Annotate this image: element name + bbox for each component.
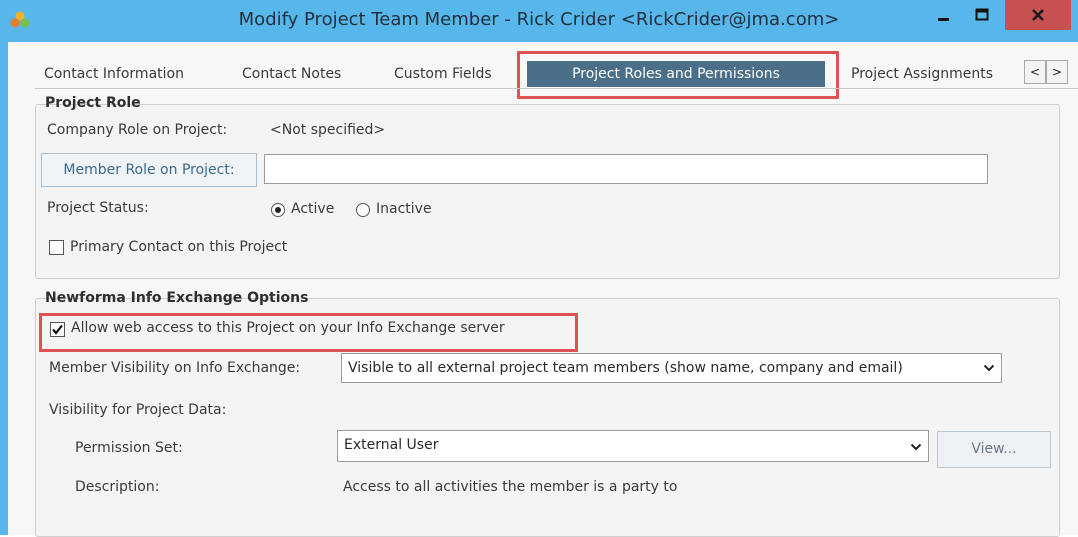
tab-highlight-box bbox=[517, 51, 839, 99]
project-role-title: Project Role bbox=[45, 95, 141, 111]
member-role-input[interactable] bbox=[264, 154, 988, 184]
status-inactive-label[interactable]: Inactive bbox=[376, 201, 432, 217]
view-permission-set-button[interactable]: View... bbox=[937, 431, 1051, 468]
permission-set-select[interactable]: External User bbox=[337, 430, 929, 462]
tab-project-assignments[interactable]: Project Assignments bbox=[851, 61, 993, 87]
status-inactive-radio[interactable] bbox=[356, 203, 370, 217]
description-value: Access to all activities the member is a… bbox=[343, 479, 678, 495]
info-exchange-title: Newforma Info Exchange Options bbox=[45, 290, 309, 306]
description-label: Description: bbox=[75, 479, 160, 495]
radio-selected-dot bbox=[275, 207, 281, 213]
member-visibility-value: Visible to all external project team mem… bbox=[348, 360, 903, 376]
minimize-icon bbox=[937, 18, 949, 21]
primary-contact-checkbox[interactable] bbox=[49, 240, 64, 255]
company-role-label: Company Role on Project: bbox=[47, 122, 228, 138]
primary-contact-label[interactable]: Primary Contact on this Project bbox=[70, 239, 287, 255]
tab-scroll-right-button[interactable]: > bbox=[1046, 60, 1068, 84]
tab-scroll-left-button[interactable]: < bbox=[1024, 60, 1046, 84]
member-visibility-select[interactable]: Visible to all external project team mem… bbox=[341, 353, 1002, 383]
window-controls bbox=[927, 0, 1071, 31]
tab-contact-notes[interactable]: Contact Notes bbox=[242, 61, 341, 87]
member-role-button[interactable]: Member Role on Project: bbox=[41, 153, 257, 187]
status-active-label[interactable]: Active bbox=[291, 201, 334, 217]
checkmark-icon bbox=[52, 324, 63, 335]
project-data-visibility-label: Visibility for Project Data: bbox=[49, 402, 227, 418]
maximize-icon bbox=[975, 8, 989, 21]
allow-web-access-label[interactable]: Allow web access to this Project on your… bbox=[71, 320, 505, 336]
close-icon bbox=[1032, 9, 1044, 21]
chevron-down-icon bbox=[910, 443, 922, 451]
window-title: Modify Project Team Member - Rick Crider… bbox=[238, 9, 840, 30]
chevron-down-icon bbox=[983, 364, 995, 372]
status-active-radio[interactable] bbox=[271, 203, 285, 217]
tab-custom-fields[interactable]: Custom Fields bbox=[394, 61, 492, 87]
close-button[interactable] bbox=[1005, 0, 1071, 30]
project-status-label: Project Status: bbox=[47, 200, 149, 216]
maximize-button[interactable] bbox=[965, 0, 999, 30]
permission-set-label: Permission Set: bbox=[75, 440, 183, 456]
allow-web-access-checkbox[interactable] bbox=[50, 322, 65, 337]
member-visibility-label: Member Visibility on Info Exchange: bbox=[49, 360, 301, 376]
tab-strip-divider bbox=[35, 88, 1078, 89]
window-left-border bbox=[0, 42, 8, 535]
permission-set-value: External User bbox=[344, 437, 439, 453]
minimize-button[interactable] bbox=[927, 0, 960, 30]
company-role-value: <Not specified> bbox=[270, 122, 386, 138]
tab-contact-information[interactable]: Contact Information bbox=[44, 61, 184, 87]
